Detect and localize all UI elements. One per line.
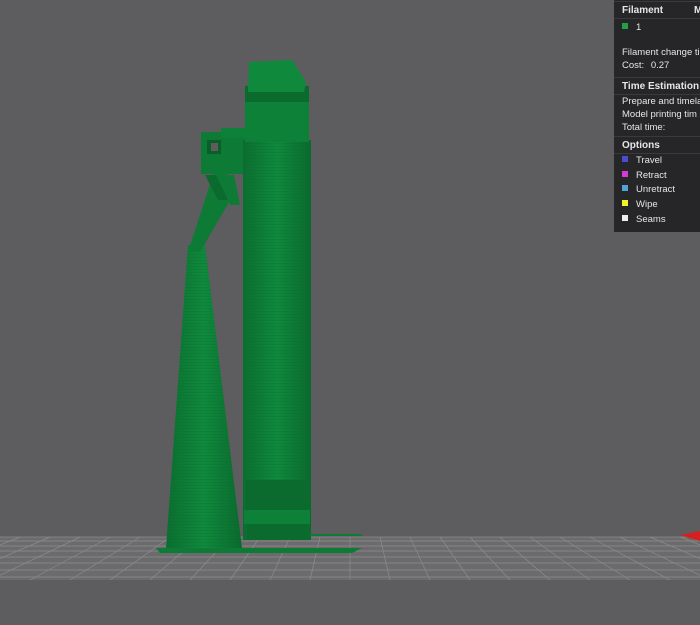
cost-label: Cost: <box>622 60 645 71</box>
filament-label: 1 <box>636 22 642 33</box>
wipe-color-swatch <box>622 200 628 207</box>
filament-row: 1 <box>622 22 641 33</box>
info-panel: Filament M 1 3. 1 Filament change ti Cos… <box>614 0 700 232</box>
brim <box>156 548 362 553</box>
option-label: Unretract <box>636 184 676 195</box>
print-preview-scene[interactable] <box>0 0 700 625</box>
cost-row: Cost: 0.27 <box>622 60 669 71</box>
option-wipe[interactable]: Wipe <box>622 199 658 210</box>
3d-viewport[interactable]: Filament M 1 3. 1 Filament change ti Cos… <box>0 0 700 625</box>
option-label: Retract <box>636 170 667 181</box>
filament-col2: M <box>694 5 700 16</box>
background-lower <box>0 580 700 625</box>
filament-change-label: Filament change ti <box>622 47 700 58</box>
retract-color-swatch <box>622 171 628 178</box>
pillar-top <box>248 60 306 92</box>
time-row-prepare: Prepare and timela <box>622 96 700 107</box>
options-header: Options <box>614 136 700 154</box>
time-estimation-header: Time Estimation <box>614 77 700 95</box>
option-label: Travel <box>636 155 663 166</box>
filament-header: Filament M <box>614 1 700 19</box>
option-retract[interactable]: Retract <box>622 170 667 181</box>
seams-color-swatch <box>622 215 628 222</box>
option-seams[interactable]: Seams <box>622 214 666 225</box>
time-row-total: Total time: <box>622 122 666 133</box>
filament-color-swatch <box>622 23 628 30</box>
travel-color-swatch <box>622 156 628 163</box>
option-label: Seams <box>636 214 666 225</box>
option-travel[interactable]: Travel <box>622 155 662 166</box>
time-row-model: Model printing tim <box>622 109 697 120</box>
option-label: Wipe <box>636 199 658 210</box>
cost-value: 0.27 <box>650 60 670 71</box>
option-unretract[interactable]: Unretract <box>622 184 675 195</box>
unretract-color-swatch <box>622 185 628 192</box>
